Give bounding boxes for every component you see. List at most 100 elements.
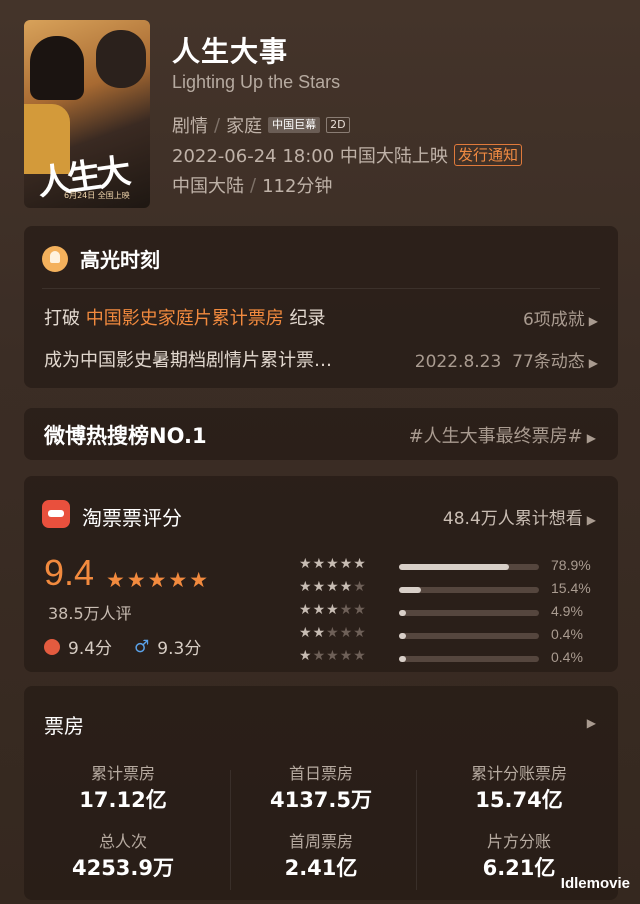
distribution-bar — [399, 610, 539, 616]
movie-english-title: Lighting Up the Stars — [172, 72, 341, 92]
release-notice-button[interactable]: 发行通知 — [453, 144, 522, 166]
achievements-count: 6项成就 — [522, 310, 585, 330]
weibo-hot-card[interactable]: 微博热搜榜NO.1 #人生大事最终票房# ▶ — [24, 408, 618, 460]
country-row: 中国大陆 / 112分钟 — [172, 172, 332, 198]
separator: / — [214, 114, 221, 136]
female-icon — [44, 638, 60, 655]
achievements-link[interactable]: 6项成就 ▶ — [523, 305, 598, 330]
highlights-header: 高光时刻 — [42, 244, 160, 273]
star-level-icon: ★★★★★ — [299, 579, 367, 595]
taopiao-logo-icon — [42, 500, 70, 528]
distribution-bar-fill — [399, 656, 406, 662]
news-count: 77条动态 — [512, 352, 585, 372]
watermark: Idlemovie — [560, 875, 630, 892]
male-icon: ♂ — [134, 636, 150, 657]
distribution-percent: 15.4% — [551, 580, 591, 596]
release-date: 2022-06-24 18:00 中国大陆上映 — [172, 146, 448, 167]
poster-figure-man — [96, 30, 146, 88]
stat-label: 累计票房 — [90, 764, 155, 783]
stat-value: 4137.5万 — [269, 788, 373, 812]
duration: 112分钟 — [262, 176, 333, 197]
triangle-right-icon[interactable]: ▶ — [587, 716, 596, 730]
rating-title: 淘票票评分 — [82, 506, 182, 530]
separator: / — [250, 174, 257, 196]
boxoffice-card: 票房 ▶ 累计票房 17.12亿 总人次 4253.9万 首日票房 4137.5… — [24, 686, 618, 900]
stat-value: 17.12亿 — [79, 788, 167, 812]
star-level-icon: ★★★★★ — [299, 602, 367, 618]
highlight-prefix: 打破 — [44, 308, 86, 329]
stat-value: 2.41亿 — [284, 856, 358, 880]
distribution-bar-fill — [399, 633, 406, 639]
gender-scores: 9.4分 ♂ 9.3分 — [44, 634, 201, 659]
distribution-bar — [399, 587, 539, 593]
highlight-suffix: 纪录 — [283, 308, 326, 329]
rating-stars: ★★★★★ — [106, 568, 211, 592]
distribution-row: ★★★★★ 0.4% — [299, 648, 599, 671]
highlight-news-line[interactable]: 成为中国影史暑期档剧情片累计票… — [44, 346, 332, 372]
imax-badge: 中国巨幕 — [268, 117, 321, 133]
weibo-rank: 微博热搜榜NO.1 — [44, 424, 207, 448]
country: 中国大陆 — [172, 176, 244, 197]
female-score: 9.4分 — [68, 639, 113, 659]
rating-distribution: ★★★★★ 78.9% ★★★★★ 15.4% ★★★★★ 4.9% ★★★★★… — [299, 556, 599, 671]
poster-figure-girl — [30, 36, 84, 100]
distribution-row: ★★★★★ 0.4% — [299, 625, 599, 648]
star-level-icon: ★★★★★ — [299, 556, 367, 572]
want-to-see-count: 48.4万人累计想看 — [442, 509, 583, 529]
stat-label: 首日票房 — [288, 764, 353, 783]
boxoffice-title: 票房 — [44, 714, 84, 738]
rater-count: 38.5万人评 — [48, 604, 132, 623]
genre-2: 家庭 — [226, 116, 263, 137]
distribution-percent: 0.4% — [551, 649, 583, 665]
star-level-icon: ★★★★★ — [299, 625, 367, 641]
distribution-bar-fill — [399, 564, 510, 570]
stat-label: 首周票房 — [288, 832, 353, 851]
distribution-bar-fill — [399, 610, 406, 616]
news-link[interactable]: 2022.8.23 77条动态 ▶ — [415, 347, 598, 372]
want-to-see-link[interactable]: 48.4万人累计想看 ▶ — [443, 504, 596, 529]
triangle-right-icon: ▶ — [586, 431, 596, 445]
release-row: 2022-06-24 18:00 中国大陆上映 发行通知 — [172, 142, 522, 168]
stat-label: 片方分账 — [486, 832, 551, 851]
stat-label: 累计分账票房 — [470, 764, 567, 783]
stat-value: 15.74亿 — [475, 788, 563, 812]
highlights-title: 高光时刻 — [80, 248, 160, 272]
genre-1: 剧情 — [172, 116, 208, 137]
highlight-news-text: 成为中国影史暑期档剧情片累计票… — [44, 350, 332, 371]
distribution-bar — [399, 656, 539, 662]
highlights-card: 高光时刻 打破 中国影史家庭片累计票房 纪录 6项成就 ▶ 成为中国影史暑期档剧情… — [24, 226, 618, 388]
stat-label: 总人次 — [98, 832, 147, 851]
triangle-right-icon: ▶ — [588, 356, 598, 370]
column-divider — [416, 770, 417, 890]
male-score: 9.3分 — [157, 639, 202, 659]
distribution-bar — [399, 633, 539, 639]
weibo-topic-text: #人生大事最终票房# — [408, 426, 583, 447]
movie-poster[interactable]: 人生大事 6月24日 全国上映 — [24, 20, 150, 208]
distribution-percent: 0.4% — [551, 626, 583, 642]
weibo-topic: #人生大事最终票房# ▶ — [409, 422, 596, 448]
boxoffice-column: 累计票房 17.12亿 总人次 4253.9万 — [24, 760, 222, 896]
distribution-bar — [399, 564, 539, 570]
boxoffice-column: 首日票房 4137.5万 首周票房 2.41亿 — [222, 760, 420, 896]
distribution-row: ★★★★★ 15.4% — [299, 579, 599, 602]
distribution-percent: 78.9% — [551, 557, 591, 573]
distribution-row: ★★★★★ 4.9% — [299, 602, 599, 625]
format-badge: 2D — [326, 117, 350, 133]
highlight-badge-icon — [42, 245, 68, 272]
star-level-icon: ★★★★★ — [299, 648, 367, 664]
movie-title: 人生大事 — [172, 35, 289, 68]
highlight-keyword: 中国影史家庭片累计票房 — [85, 308, 284, 329]
distribution-bar-fill — [399, 587, 421, 593]
stat-value: 4253.9万 — [71, 856, 175, 880]
highlight-record-line[interactable]: 打破 中国影史家庭片累计票房 纪录 — [44, 304, 325, 330]
divider — [42, 288, 600, 289]
poster-date: 6月24日 全国上映 — [64, 191, 130, 200]
triangle-right-icon: ▶ — [586, 513, 596, 527]
news-date: 2022.8.23 — [414, 352, 502, 372]
rating-score: 9.4 — [44, 552, 95, 593]
triangle-right-icon: ▶ — [588, 314, 598, 328]
genre-row: 剧情 / 家庭 中国巨幕 2D — [172, 112, 350, 138]
distribution-percent: 4.9% — [551, 603, 583, 619]
boxoffice-grid: 累计票房 17.12亿 总人次 4253.9万 首日票房 4137.5万 首周票… — [24, 760, 618, 900]
distribution-row: ★★★★★ 78.9% — [299, 556, 599, 579]
